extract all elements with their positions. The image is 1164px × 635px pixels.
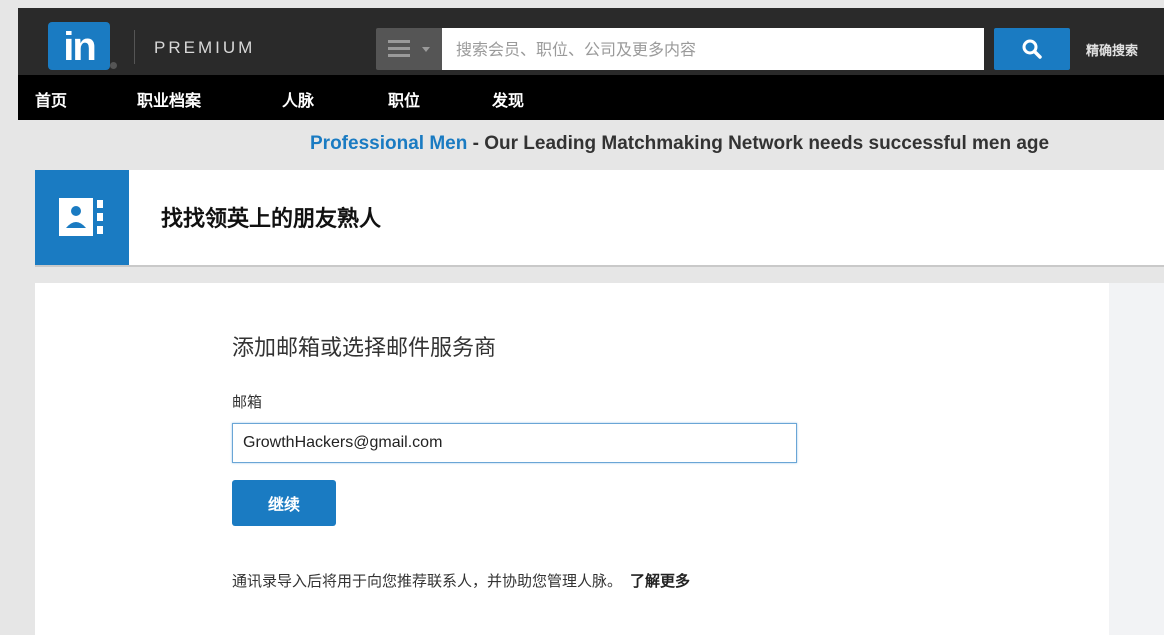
nav-item-discover[interactable]: 发现 [492,87,524,111]
promo-text: - Our Leading Matchmaking Network needs … [467,133,1050,154]
search-button[interactable] [994,28,1070,70]
header: in PREMIUM 精确搜索 [18,8,1164,75]
search-input[interactable] [442,28,984,70]
import-note: 通讯录导入后将用于向您推荐联系人，并协助您管理人脉。 了解更多 [232,570,690,591]
page-title-card: 找找领英上的朋友熟人 [35,170,1164,267]
nav-item-profile[interactable]: 职业档案 [137,87,201,111]
form-heading: 添加邮箱或选择邮件服务商 [232,336,497,361]
continue-button[interactable]: 继续 [232,480,336,526]
page-title: 找找领英上的朋友熟人 [161,207,382,232]
search-category-menu[interactable] [376,28,442,70]
nav-item-network[interactable]: 人脉 [282,87,314,111]
right-rail [1109,283,1164,635]
linkedin-logo[interactable]: in [48,22,110,70]
address-book-icon [59,198,103,236]
promo-link[interactable]: Professional Men [310,133,467,154]
email-label: 邮箱 [232,393,263,411]
chevron-down-icon [422,47,430,52]
title-icon-tile [35,170,129,265]
premium-label[interactable]: PREMIUM [154,38,255,58]
menu-icon [388,40,410,61]
promo-ad[interactable]: Professional Men - Our Leading Matchmaki… [310,133,1049,155]
main-nav: 首页 职业档案 人脉 职位 发现 [18,75,1164,120]
learn-more-link[interactable]: 了解更多 [630,572,690,590]
header-divider [134,30,135,64]
nav-item-home[interactable]: 首页 [35,87,67,111]
top-bar: in PREMIUM 精确搜索 首页 职业档案 人脉 职位 发现 [0,0,1164,120]
nav-item-jobs[interactable]: 职位 [388,87,420,111]
email-field[interactable] [232,423,797,463]
search-icon [1022,39,1042,59]
advanced-search-link[interactable]: 精确搜索 [1086,40,1138,59]
registered-mark-icon [110,62,117,69]
import-note-text: 通讯录导入后将用于向您推荐联系人，并协助您管理人脉。 [232,572,623,590]
